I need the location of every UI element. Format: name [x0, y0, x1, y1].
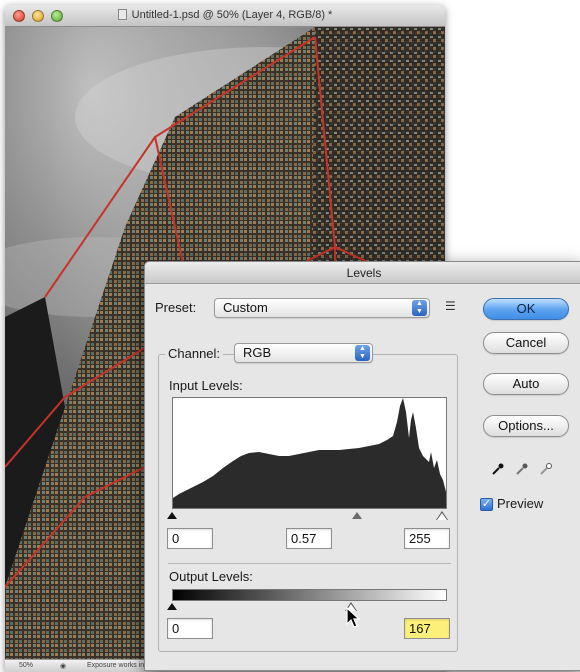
output-levels-slider[interactable] — [167, 602, 447, 613]
document-title-text: Untitled-1.psd @ 50% (Layer 4, RGB/8) * — [131, 9, 333, 21]
channel-dropdown[interactable]: RGB ▲ ▼ — [234, 343, 373, 363]
preset-options-icon[interactable]: ☰ — [445, 299, 456, 313]
input-levels-slider[interactable] — [167, 511, 448, 522]
levels-dialog: Levels Preset: Custom ▲ ▼ ☰ Channel: RGB … — [144, 261, 580, 671]
ok-button[interactable]: OK — [483, 298, 569, 320]
preview-label: Preview — [497, 496, 544, 511]
dropdown-arrows-icon: ▲ ▼ — [412, 300, 427, 316]
levels-divider — [168, 563, 451, 564]
output-black-field[interactable]: 0 — [167, 618, 213, 639]
document-titlebar[interactable]: Untitled-1.psd @ 50% (Layer 4, RGB/8) * — [5, 5, 445, 27]
input-gamma-handle[interactable] — [352, 512, 362, 519]
options-button[interactable]: Options... — [483, 415, 569, 437]
black-eyedropper-icon[interactable] — [491, 462, 505, 476]
psd-file-icon — [117, 9, 127, 20]
input-black-field[interactable]: 0 — [167, 528, 213, 549]
preset-dropdown-value: Custom — [223, 300, 268, 315]
dropdown-arrows-icon: ▲ ▼ — [355, 345, 370, 361]
output-levels-label: Output Levels: — [169, 569, 253, 584]
gray-eyedropper-icon[interactable] — [515, 462, 529, 476]
mouse-cursor-icon — [346, 607, 361, 628]
preset-label: Preset: — [155, 300, 197, 315]
histogram-graph — [173, 398, 446, 508]
document-info-icon[interactable]: ◉ — [60, 662, 66, 670]
channel-dropdown-value: RGB — [243, 345, 272, 360]
input-gamma-field[interactable]: 0.57 — [286, 528, 332, 549]
cancel-button[interactable]: Cancel — [483, 332, 569, 354]
auto-button[interactable]: Auto — [483, 373, 569, 395]
levels-titlebar[interactable]: Levels — [145, 262, 580, 284]
output-gradient-bar — [172, 589, 447, 601]
document-title: Untitled-1.psd @ 50% (Layer 4, RGB/8) * — [5, 9, 445, 21]
zoom-level[interactable]: 50% — [19, 662, 33, 669]
preset-dropdown[interactable]: Custom ▲ ▼ — [214, 298, 430, 318]
channel-label: Channel: — [165, 346, 224, 361]
output-black-point-handle[interactable] — [167, 603, 177, 610]
white-eyedropper-icon[interactable] — [539, 462, 553, 476]
input-black-point-handle[interactable] — [167, 512, 177, 519]
input-levels-label: Input Levels: — [169, 378, 243, 393]
preview-checkbox[interactable]: ✓ — [480, 498, 493, 511]
histogram — [172, 397, 447, 509]
input-white-field[interactable]: 255 — [404, 528, 450, 549]
output-white-field[interactable]: 167 — [404, 618, 450, 639]
input-white-point-handle[interactable] — [437, 513, 447, 520]
